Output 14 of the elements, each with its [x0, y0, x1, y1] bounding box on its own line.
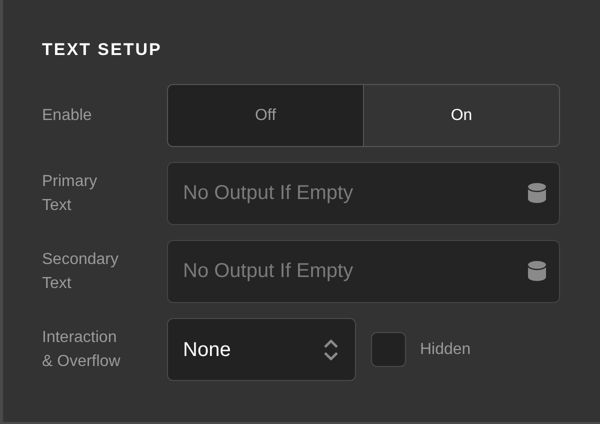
toggle-option[interactable]: Off [168, 85, 363, 146]
field-label: Enable [42, 106, 93, 126]
checkbox-label: Hidden [420, 340, 471, 360]
field-label: Secondary Text [42, 250, 120, 294]
section-title: TEXT SETUP [42, 39, 162, 61]
text-field[interactable]: No Output If Empty [167, 240, 560, 303]
database-icon [528, 261, 546, 281]
field-label: Interaction & Overflow [42, 328, 122, 372]
field-label: Primary Text [42, 172, 98, 216]
checkbox[interactable] [371, 332, 406, 367]
dropdown[interactable]: None [167, 318, 356, 381]
text-field[interactable]: No Output If Empty [167, 162, 560, 225]
toggle-option[interactable]: On [363, 85, 559, 146]
database-icon [528, 183, 546, 203]
